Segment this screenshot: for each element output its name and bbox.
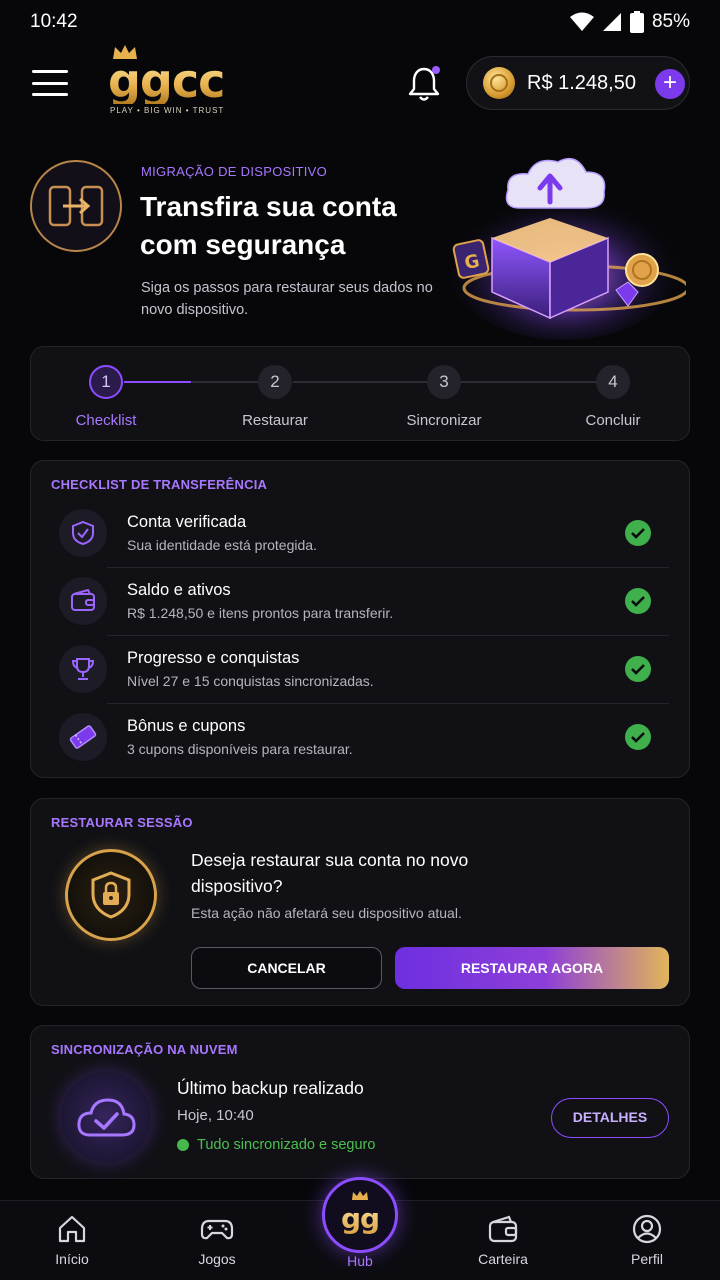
check-icon <box>625 588 651 614</box>
checklist-item: Bônus e cupons 3 cupons disponíveis para… <box>51 703 669 771</box>
nav-jogos[interactable]: Jogos <box>167 1213 267 1267</box>
backup-title: Último backup realizado <box>177 1078 364 1098</box>
restore-now-button[interactable]: RESTAURAR AGORA <box>395 947 669 989</box>
wifi-icon <box>569 12 594 31</box>
cloud-sync-card: SINCRONIZAÇÃO NA NUVEM Último backup rea… <box>30 1025 690 1179</box>
signal-icon <box>602 13 621 31</box>
step-restaurar[interactable]: 2 Restaurar <box>215 365 335 429</box>
checklist-item-title: Conta verificada <box>127 513 247 531</box>
hero-eyebrow: MIGRAÇÃO DE DISPOSITIVO <box>141 164 328 179</box>
battery-level: 85% <box>651 11 690 32</box>
sync-status: Tudo sincronizado e seguro <box>177 1137 375 1153</box>
gamepad-icon <box>200 1219 234 1240</box>
sync-status-text: Tudo sincronizado e seguro <box>197 1137 376 1153</box>
check-icon <box>625 656 651 682</box>
checklist-title: CHECKLIST DE TRANSFERÊNCIA <box>51 477 268 492</box>
nav-label: Início <box>55 1251 89 1267</box>
migration-stepper: 1 Checklist 2 Restaurar 3 Sincronizar 4 … <box>30 346 690 441</box>
step-label: Checklist <box>75 412 137 429</box>
nav-hub-label: Hub <box>347 1253 373 1269</box>
check-icon <box>625 724 651 750</box>
details-button[interactable]: DETALHES <box>551 1098 669 1138</box>
status-dot <box>177 1139 189 1151</box>
step-sincronizar[interactable]: 3 Sincronizar <box>384 365 504 429</box>
check-icon <box>625 520 651 546</box>
checklist-item-subtitle: 3 cupons disponíveis para restaurar. <box>127 741 353 757</box>
restore-question: Deseja restaurar sua conta no novo dispo… <box>191 850 469 896</box>
step-label: Sincronizar <box>406 412 482 429</box>
restore-session-card: RESTAURAR SESSÃO Deseja restaurar sua co… <box>30 798 690 1006</box>
app-logo[interactable]: ggcc PLAY • BIG WIN • TRUST <box>108 45 238 116</box>
status-bar: 10:42 85% <box>0 0 720 44</box>
menu-button[interactable] <box>32 70 68 96</box>
nav-carteira[interactable]: Carteira <box>453 1213 553 1267</box>
hero-title: Transfira sua conta com segurança <box>140 191 397 260</box>
battery-icon <box>629 11 644 33</box>
cloud-check-icon <box>61 1072 151 1162</box>
step-number: 4 <box>596 365 630 399</box>
wallet-icon <box>488 1215 518 1243</box>
nav-label: Carteira <box>478 1251 528 1267</box>
backup-time: Hoje, 10:40 <box>177 1107 254 1124</box>
checklist-item-title: Progresso e conquistas <box>127 649 300 667</box>
step-number: 1 <box>89 365 123 399</box>
restore-note: Esta ação não afetará seu dispositivo at… <box>191 905 462 921</box>
nav-hub-button[interactable]: gg <box>322 1177 398 1253</box>
step-concluir[interactable]: 4 Concluir <box>553 365 673 429</box>
menu-line <box>32 81 68 85</box>
profile-icon <box>632 1214 662 1244</box>
menu-line <box>32 93 68 96</box>
coin-icon <box>483 67 515 99</box>
balance-pill[interactable]: R$ 1.248,50 + <box>466 56 690 110</box>
device-transfer-icon <box>30 160 122 252</box>
bottom-navigation: Início Jogos gg Hub Carteira Perfil <box>0 1177 720 1280</box>
nav-label: Perfil <box>631 1251 663 1267</box>
transfer-checklist: CHECKLIST DE TRANSFERÊNCIA Conta verific… <box>30 460 690 778</box>
checklist-item: Saldo e ativos R$ 1.248,50 e itens pront… <box>51 567 669 635</box>
status-icons: 85% <box>569 11 690 33</box>
wallet-icon <box>59 577 107 625</box>
step-label: Concluir <box>585 412 641 429</box>
app-header: ggcc PLAY • BIG WIN • TRUST R$ 1.248,50 … <box>0 44 720 124</box>
notification-dot <box>432 66 440 74</box>
step-checklist[interactable]: 1 Checklist <box>46 365 166 429</box>
migration-hero: MIGRAÇÃO DE DISPOSITIVO Transfira sua co… <box>0 140 720 340</box>
nav-perfil[interactable]: Perfil <box>597 1213 697 1267</box>
balance-amount: R$ 1.248,50 <box>527 71 636 94</box>
checklist-item-title: Bônus e cupons <box>127 717 246 735</box>
add-funds-button[interactable]: + <box>655 69 685 99</box>
checklist-item-title: Saldo e ativos <box>127 581 231 599</box>
menu-line <box>32 70 68 73</box>
logo-wordmark: ggcc <box>108 54 225 108</box>
nav-inicio[interactable]: Início <box>22 1213 122 1267</box>
checklist-item: Conta verificada Sua identidade está pro… <box>51 499 669 567</box>
shield-check-icon <box>59 509 107 557</box>
checklist-item-subtitle: Sua identidade está protegida. <box>127 537 317 553</box>
hero-subtitle: Siga os passos para restaurar seus dados… <box>141 280 433 318</box>
cloud-box-illustration: G <box>444 157 686 340</box>
checklist-item-subtitle: Nível 27 e 15 conquistas sincronizadas. <box>127 673 374 689</box>
trophy-icon <box>59 645 107 693</box>
step-number: 3 <box>427 365 461 399</box>
logo-tagline: PLAY • BIG WIN • TRUST <box>110 106 225 115</box>
step-number: 2 <box>258 365 292 399</box>
notifications-button[interactable] <box>404 64 444 104</box>
cloud-sync-title: SINCRONIZAÇÃO NA NUVEM <box>51 1042 238 1057</box>
step-label: Restaurar <box>242 412 308 429</box>
hub-crown-icon <box>352 1191 368 1200</box>
restore-title: RESTAURAR SESSÃO <box>51 815 193 830</box>
status-time: 10:42 <box>30 11 78 32</box>
hub-logo: gg <box>340 1201 380 1235</box>
checklist-item: Progresso e conquistas Nível 27 e 15 con… <box>51 635 669 703</box>
ticket-icon <box>59 713 107 761</box>
cancel-button[interactable]: CANCELAR <box>191 947 382 989</box>
shield-lock-icon <box>65 849 157 941</box>
home-icon <box>58 1215 86 1243</box>
checklist-item-subtitle: R$ 1.248,50 e itens prontos para transfe… <box>127 605 394 621</box>
nav-label: Jogos <box>198 1251 236 1267</box>
